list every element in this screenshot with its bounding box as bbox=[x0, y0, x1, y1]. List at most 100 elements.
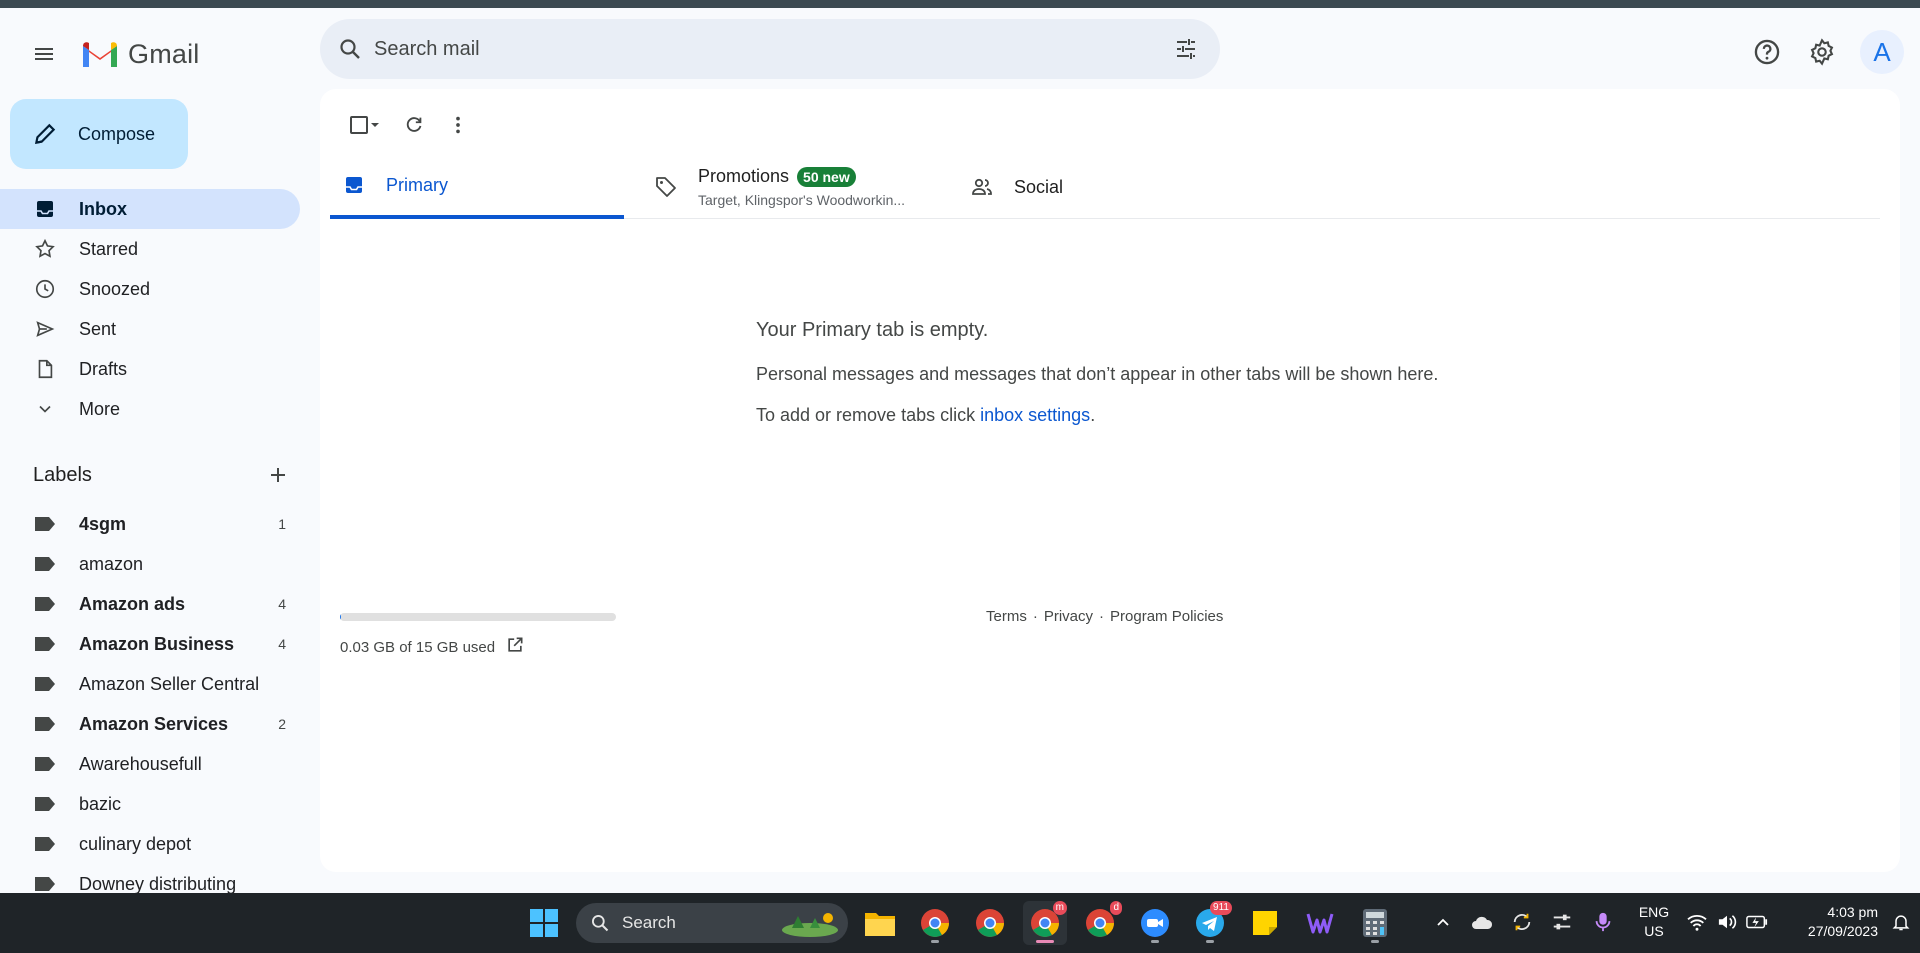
pencil-icon bbox=[34, 123, 56, 145]
label-name: Amazon Services bbox=[79, 713, 229, 734]
tray-notifications[interactable] bbox=[1886, 907, 1916, 937]
program-policies-link[interactable]: Program Policies bbox=[1110, 608, 1223, 625]
taskbar-calculator[interactable] bbox=[1353, 901, 1397, 945]
caret-down-icon bbox=[371, 123, 379, 127]
label-item[interactable]: bazic bbox=[0, 784, 300, 824]
help-button[interactable] bbox=[1743, 28, 1791, 76]
settings-icon bbox=[1810, 38, 1834, 66]
folder-icon bbox=[865, 913, 895, 936]
compose-label: Compose bbox=[78, 123, 156, 144]
star-icon bbox=[33, 237, 57, 261]
label-name: Awarehousefull bbox=[79, 753, 202, 774]
sidebar-item-snoozed[interactable]: Snoozed bbox=[0, 269, 300, 309]
running-indicator bbox=[1036, 940, 1054, 943]
tray-sync[interactable] bbox=[1507, 907, 1537, 937]
label-name: culinary depot bbox=[79, 833, 192, 854]
tab-promotions[interactable]: Promotions 50 new Target, Klingspor's Wo… bbox=[654, 155, 954, 219]
sliders-icon bbox=[1553, 914, 1571, 930]
storage-text: 0.03 GB of 15 GB used bbox=[340, 638, 496, 656]
label-name: Amazon ads bbox=[79, 593, 186, 614]
label-item[interactable]: Amazon Services 2 bbox=[0, 704, 300, 744]
taskbar-search[interactable]: Search bbox=[576, 903, 848, 943]
labels-list: 4sgm 1 amazon Amazon ads 4 Amazon Busine… bbox=[0, 504, 300, 904]
more-options-button[interactable] bbox=[438, 105, 478, 145]
sticky-notes-icon bbox=[1253, 911, 1277, 935]
search-bar[interactable] bbox=[320, 19, 1220, 79]
sidebar-item-more[interactable]: More bbox=[0, 389, 300, 429]
search-input[interactable] bbox=[374, 29, 1134, 69]
add-label-button[interactable] bbox=[263, 460, 293, 490]
volume-icon bbox=[1718, 915, 1737, 929]
select-checkbox[interactable] bbox=[340, 105, 390, 145]
gmail-header: Gmail A bbox=[0, 8, 1920, 90]
empty-title: Your Primary tab is empty. bbox=[756, 319, 989, 341]
tune-icon[interactable] bbox=[1170, 33, 1202, 65]
cloud-icon bbox=[1472, 916, 1493, 929]
taskbar-zoom[interactable] bbox=[1133, 901, 1177, 945]
taskbar-chrome-profile-1[interactable] bbox=[913, 901, 957, 945]
terms-link[interactable]: Terms bbox=[986, 608, 1027, 625]
taskbar-clock[interactable]: 4:03 pm 27/09/2023 bbox=[1782, 903, 1878, 941]
taskbar-chrome-active[interactable]: m bbox=[1023, 901, 1067, 945]
label-tag-icon bbox=[33, 632, 57, 656]
tab-label: Primary bbox=[386, 174, 448, 195]
label-item[interactable]: culinary depot bbox=[0, 824, 300, 864]
taskbar-file-explorer[interactable] bbox=[858, 901, 902, 945]
label-item[interactable]: Amazon ads 4 bbox=[0, 584, 300, 624]
search-highlight-icon bbox=[782, 913, 838, 937]
chevron-down-icon bbox=[33, 397, 57, 421]
input-language[interactable]: ENG US bbox=[1634, 903, 1674, 941]
running-indicator bbox=[931, 940, 939, 943]
gmail-logo[interactable]: Gmail bbox=[80, 34, 200, 74]
search-icon bbox=[592, 915, 609, 932]
chevron-up-icon bbox=[1437, 918, 1449, 926]
w-app-icon bbox=[1306, 913, 1334, 934]
new-count-badge: 50 new bbox=[797, 166, 856, 187]
label-tag-icon bbox=[33, 752, 57, 776]
checkbox-icon bbox=[350, 116, 368, 134]
inbox-settings-link[interactable]: inbox settings bbox=[980, 405, 1090, 425]
sidebar-item-label: Snoozed bbox=[79, 278, 151, 299]
browser-top-strip bbox=[0, 0, 1920, 8]
taskbar-app-w[interactable] bbox=[1298, 901, 1342, 945]
tray-volume[interactable] bbox=[1712, 907, 1742, 937]
sidebar-item-starred[interactable]: Starred bbox=[0, 229, 300, 269]
privacy-link[interactable]: Privacy bbox=[1044, 608, 1093, 625]
tray-onedrive[interactable] bbox=[1467, 907, 1497, 937]
label-item[interactable]: 4sgm 1 bbox=[0, 504, 300, 544]
label-item[interactable]: Amazon Business 4 bbox=[0, 624, 300, 664]
label-item[interactable]: Amazon Seller Central bbox=[0, 664, 300, 704]
sidebar-item-drafts[interactable]: Drafts bbox=[0, 349, 300, 389]
hint-suffix: . bbox=[1090, 405, 1096, 425]
storage-fill bbox=[340, 613, 342, 621]
tray-battery[interactable] bbox=[1742, 907, 1772, 937]
taskbar-chrome-profile-2[interactable] bbox=[968, 901, 1012, 945]
tab-social[interactable]: Social bbox=[970, 155, 1220, 219]
start-button[interactable] bbox=[522, 901, 566, 945]
tray-wifi[interactable] bbox=[1682, 907, 1712, 937]
open-in-new-icon[interactable] bbox=[505, 635, 525, 659]
search-icon[interactable] bbox=[334, 33, 366, 65]
taskbar-telegram[interactable]: 911 bbox=[1188, 901, 1232, 945]
main-menu-button[interactable] bbox=[22, 32, 66, 76]
gmail-m-icon bbox=[83, 42, 117, 67]
taskbar-chrome-profile-3[interactable]: d bbox=[1078, 901, 1122, 945]
microphone-icon bbox=[1595, 912, 1611, 932]
refresh-button[interactable] bbox=[394, 105, 434, 145]
tray-microphone[interactable] bbox=[1588, 907, 1618, 937]
windows-taskbar: Search m d 911 ENG US 4:03 pm 27/09/2023 bbox=[0, 893, 1920, 953]
label-item[interactable]: amazon bbox=[0, 544, 300, 584]
tab-primary[interactable]: Primary bbox=[330, 155, 624, 219]
footer-links: Terms · Privacy · Program Policies bbox=[986, 608, 1223, 625]
compose-button[interactable]: Compose bbox=[10, 99, 188, 169]
label-item[interactable]: Awarehousefull bbox=[0, 744, 300, 784]
sidebar-item-sent[interactable]: Sent bbox=[0, 309, 300, 349]
label-name: amazon bbox=[79, 553, 144, 574]
promotions-senders: Target, Klingspor's Woodworkin... bbox=[698, 192, 906, 208]
settings-button[interactable] bbox=[1798, 28, 1846, 76]
sidebar-item-inbox[interactable]: Inbox bbox=[0, 189, 300, 229]
tray-settings[interactable] bbox=[1547, 907, 1577, 937]
taskbar-sticky-notes[interactable] bbox=[1243, 901, 1287, 945]
tray-overflow-button[interactable] bbox=[1428, 907, 1458, 937]
account-avatar[interactable]: A bbox=[1860, 30, 1904, 74]
